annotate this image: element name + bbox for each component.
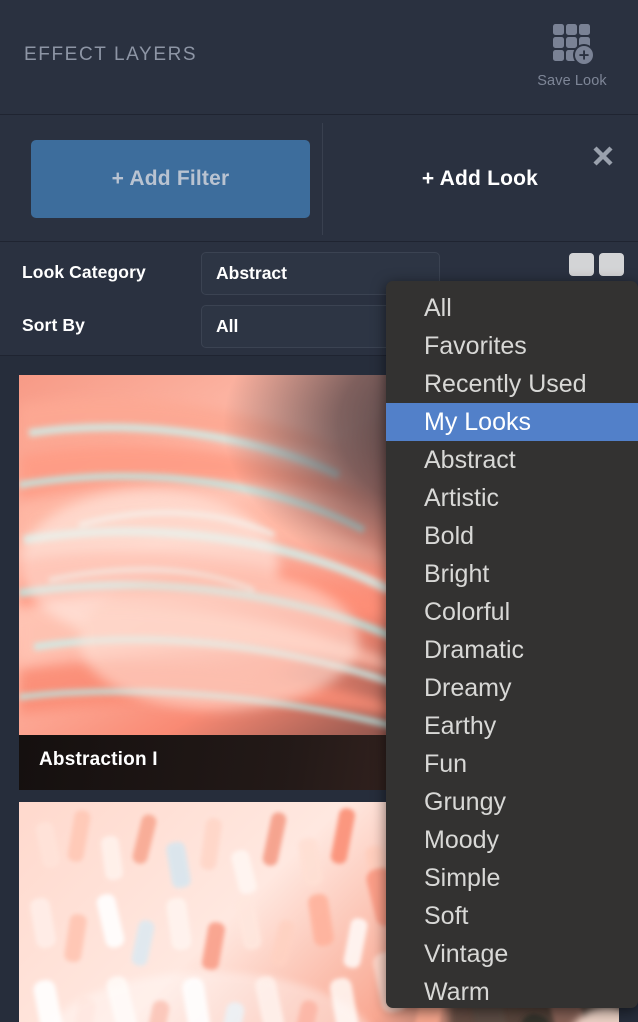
grid-plus-icon bbox=[553, 24, 595, 66]
save-look-label: Save Look bbox=[537, 73, 607, 89]
dropdown-item-warm[interactable]: Warm bbox=[386, 973, 638, 1008]
close-icon[interactable] bbox=[588, 141, 618, 171]
sort-by-value: All bbox=[216, 316, 239, 336]
dropdown-item-all[interactable]: All bbox=[386, 289, 638, 327]
dropdown-item-fun[interactable]: Fun bbox=[386, 745, 638, 783]
dropdown-item-grungy[interactable]: Grungy bbox=[386, 783, 638, 821]
dropdown-item-my-looks[interactable]: My Looks bbox=[386, 403, 638, 441]
dropdown-item-moody[interactable]: Moody bbox=[386, 821, 638, 859]
dropdown-item-bright[interactable]: Bright bbox=[386, 555, 638, 593]
dropdown-item-recently-used[interactable]: Recently Used bbox=[386, 365, 638, 403]
dropdown-item-favorites[interactable]: Favorites bbox=[386, 327, 638, 365]
look-category-label: Look Category bbox=[22, 262, 146, 282]
page-title: EFFECT LAYERS bbox=[24, 44, 198, 65]
effect-layers-panel: EFFECT LAYERS Save Look + Add Filter + A… bbox=[0, 0, 638, 1022]
grid-view-button[interactable] bbox=[569, 253, 594, 276]
look-category-dropdown-menu[interactable]: All Favorites Recently Used My Looks Abs… bbox=[386, 281, 638, 1008]
save-look-button[interactable]: Save Look bbox=[524, 16, 620, 89]
look-category-value: Abstract bbox=[216, 263, 287, 283]
panel-header: EFFECT LAYERS Save Look bbox=[0, 0, 638, 115]
view-mode-toggle bbox=[569, 253, 624, 276]
dropdown-item-abstract[interactable]: Abstract bbox=[386, 441, 638, 479]
dropdown-item-dreamy[interactable]: Dreamy bbox=[386, 669, 638, 707]
dropdown-item-vintage[interactable]: Vintage bbox=[386, 935, 638, 973]
dropdown-item-dramatic[interactable]: Dramatic bbox=[386, 631, 638, 669]
sort-by-label: Sort By bbox=[22, 315, 85, 335]
dropdown-item-bold[interactable]: Bold bbox=[386, 517, 638, 555]
list-view-button[interactable] bbox=[599, 253, 624, 276]
dropdown-item-soft[interactable]: Soft bbox=[386, 897, 638, 935]
add-filter-button[interactable]: + Add Filter bbox=[31, 140, 310, 218]
panel-toolbar: + Add Filter + Add Look bbox=[0, 115, 638, 242]
dropdown-item-simple[interactable]: Simple bbox=[386, 859, 638, 897]
dropdown-item-colorful[interactable]: Colorful bbox=[386, 593, 638, 631]
dropdown-item-earthy[interactable]: Earthy bbox=[386, 707, 638, 745]
look-title: Abstraction I bbox=[39, 749, 158, 770]
dropdown-item-artistic[interactable]: Artistic bbox=[386, 479, 638, 517]
